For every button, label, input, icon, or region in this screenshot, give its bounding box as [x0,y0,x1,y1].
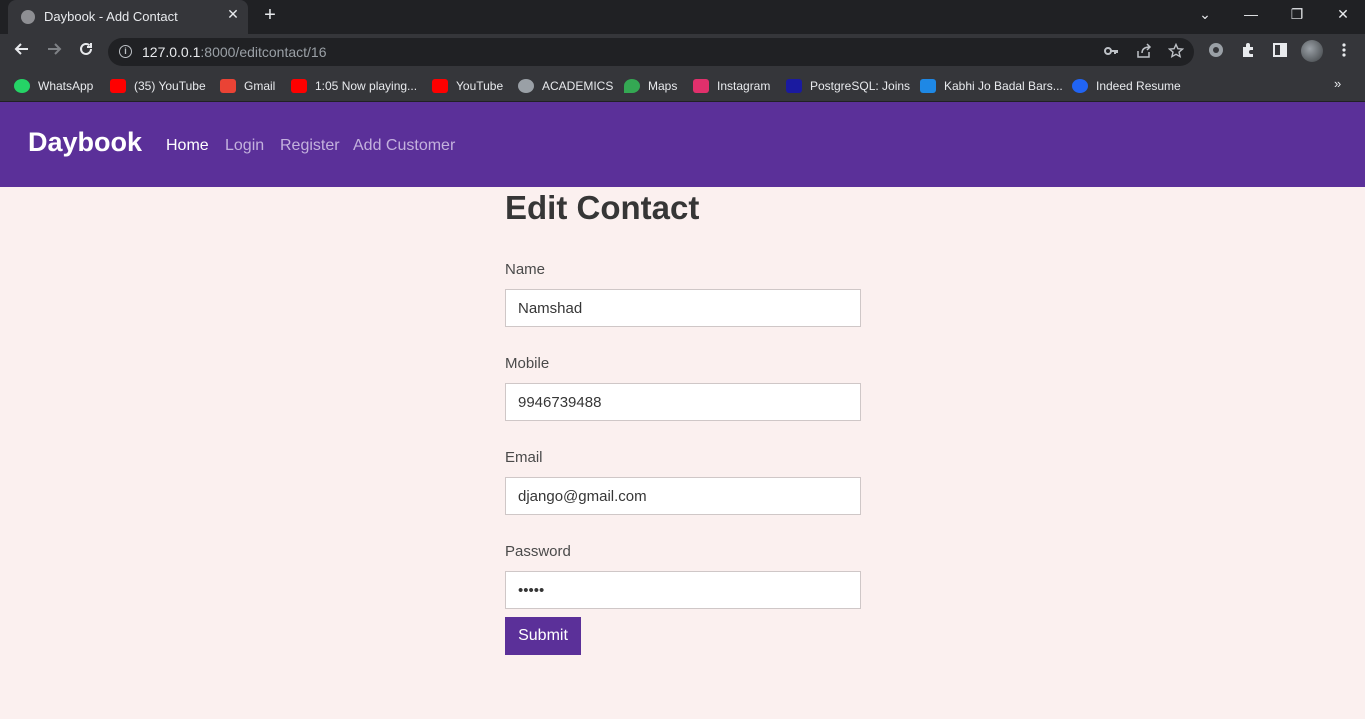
youtube-icon [432,78,448,93]
page-title: Edit Contact [505,189,700,226]
globe-icon [518,78,534,93]
email-input[interactable] [505,477,861,515]
forward-icon[interactable] [43,41,65,63]
bookmark-indeed[interactable]: Indeed Resume [1072,77,1181,95]
close-window-button[interactable]: ✕ [1333,6,1353,23]
instagram-icon [693,78,709,93]
bookmark-now-playing[interactable]: 1:05 Now playing... [291,77,417,95]
puzzle-icon[interactable] [1238,42,1258,62]
new-tab-button[interactable]: + [259,4,281,27]
nav-link-register[interactable]: Register [280,137,340,155]
submit-button[interactable]: Submit [505,617,581,655]
star-icon[interactable] [1167,42,1185,62]
share-icon[interactable] [1135,43,1153,62]
bookmarks-bar: WhatsApp (35) YouTube Gmail 1:05 Now pla… [0,70,1365,102]
side-panel-icon[interactable] [1270,42,1290,62]
maps-icon [624,78,640,93]
nav-link-add-customer[interactable]: Add Customer [353,137,455,155]
name-input[interactable] [505,289,861,327]
minimize-button[interactable]: — [1241,6,1261,22]
bookmark-gmail[interactable]: Gmail [220,77,275,95]
browser-toolbar: i 127.0.0.1:8000/editcontact/16 [0,34,1365,70]
brand-logo[interactable]: Daybook [28,127,142,158]
profile-avatar[interactable] [1301,40,1323,62]
bookmark-postgresql[interactable]: PostgreSQL: Joins [786,77,910,95]
password-label: Password [505,543,571,560]
bookmark-instagram[interactable]: Instagram [693,77,770,95]
restore-button[interactable]: ❐ [1287,6,1307,23]
bookmark-maps[interactable]: Maps [624,77,677,95]
url-text[interactable]: 127.0.0.1:8000/editcontact/16 [142,44,327,60]
globe-icon [21,10,35,24]
browser-tab[interactable]: Daybook - Add Contact ✕ [8,0,248,34]
youtube-icon [110,78,126,93]
extension-circle-icon[interactable] [1206,42,1226,62]
app-navbar: Daybook Home Login Register Add Customer [0,102,1365,187]
key-icon[interactable] [1102,43,1120,62]
music-icon [920,78,936,93]
postgresql-icon [786,78,802,93]
whatsapp-icon [14,78,30,93]
menu-dots-icon[interactable] [1334,42,1354,62]
bookmark-whatsapp[interactable]: WhatsApp [14,77,93,95]
indeed-icon [1072,78,1088,93]
site-info-icon[interactable]: i [119,45,132,58]
name-label: Name [505,261,546,278]
gmail-icon [220,78,236,93]
tab-title: Daybook - Add Contact [44,9,178,24]
bookmark-youtube-35[interactable]: (35) YouTube [110,77,206,95]
address-bar[interactable]: i 127.0.0.1:8000/editcontact/16 [108,38,1194,66]
youtube-icon [291,78,307,93]
tab-search-icon[interactable]: ⌄ [1195,6,1215,23]
nav-link-login[interactable]: Login [225,137,264,155]
back-icon[interactable] [11,41,33,63]
bookmark-kabhi-jo-badal[interactable]: Kabhi Jo Badal Bars... [920,77,1063,95]
password-input[interactable] [505,571,861,609]
reload-icon[interactable] [75,41,97,63]
mobile-input[interactable] [505,383,861,421]
bookmarks-overflow-icon[interactable]: » [1334,76,1341,91]
email-label: Email [505,449,543,466]
bookmark-academics[interactable]: ACADEMICS [518,77,613,95]
bookmark-youtube[interactable]: YouTube [432,77,503,95]
mobile-label: Mobile [505,355,550,372]
browser-tabstrip: Daybook - Add Contact ✕ + ⌄ — ❐ ✕ [0,0,1365,34]
nav-link-home[interactable]: Home [166,137,209,155]
tab-close-icon[interactable]: ✕ [224,6,242,23]
